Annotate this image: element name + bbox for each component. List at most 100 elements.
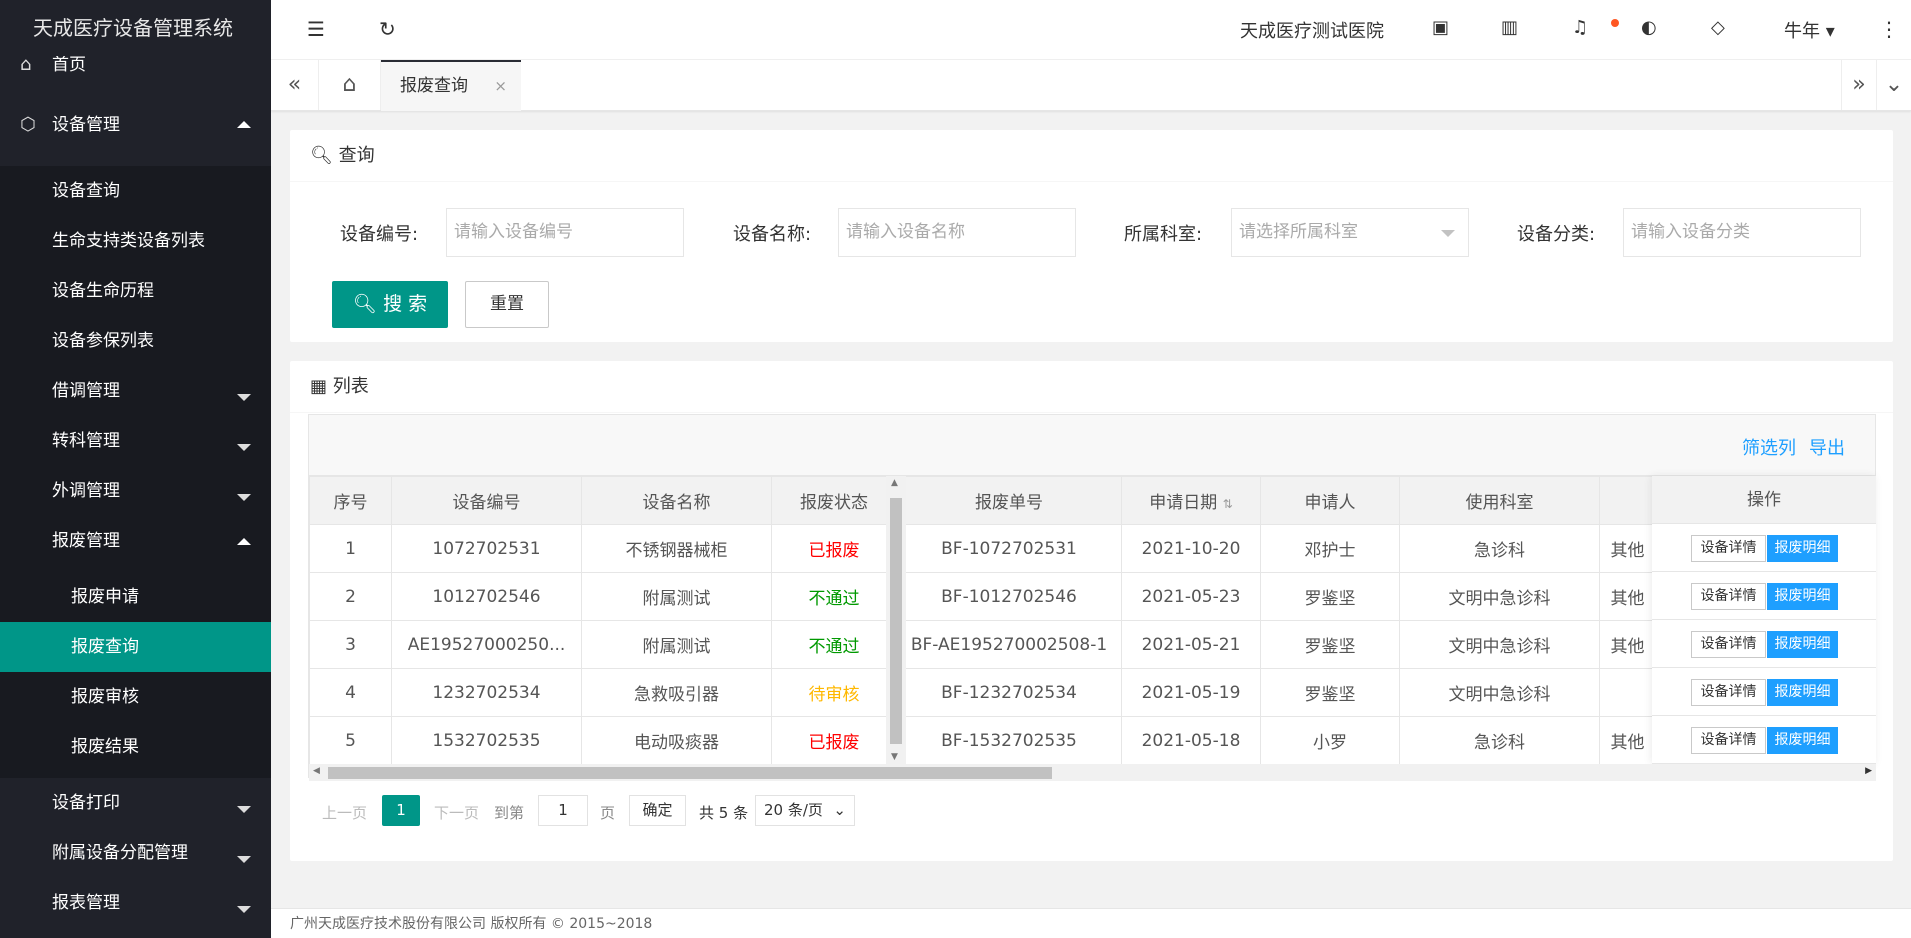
page-number-input[interactable]: 1 xyxy=(538,795,588,826)
theme-icon[interactable]: ◐ xyxy=(1641,17,1657,38)
query-card: 🔍︎ 查询 设备编号: 请输入设备编号 设备名称: 请输入设备名称 所属科室: … xyxy=(290,130,1893,342)
device-detail-button[interactable]: 设备详情 xyxy=(1691,583,1766,610)
sidebar-item-device-query[interactable]: 设备查询 xyxy=(0,166,271,216)
table-row[interactable]: 5 1532702535 电动吸痰器 已报废 BF-1532702535 202… xyxy=(309,716,1656,765)
scrap-detail-button[interactable]: 报废明细 xyxy=(1767,679,1838,706)
table-row[interactable]: 4 1232702534 急救吸引器 待审核 BF-1232702534 202… xyxy=(309,668,1656,717)
scrap-detail-button[interactable]: 报废明细 xyxy=(1767,631,1838,658)
chevron-down-icon[interactable]: ⌄ xyxy=(1876,60,1911,110)
field-label: 所属科室: xyxy=(1124,224,1203,245)
sidebar-item-external[interactable]: 外调管理 xyxy=(0,466,271,516)
tab-scroll-right-icon[interactable]: » xyxy=(1841,60,1876,110)
chevron-down-icon xyxy=(237,444,251,451)
next-page-button[interactable]: 下一页 xyxy=(434,802,479,823)
table-toolbar: 筛选列 导出 xyxy=(309,415,1875,476)
device-code-input[interactable]: 请输入设备编号 xyxy=(446,208,684,257)
vertical-scrollbar[interactable]: ▲ ▼ xyxy=(886,476,906,764)
device-detail-button[interactable]: 设备详情 xyxy=(1691,727,1766,754)
ops-row: 设备详情 报废明细 xyxy=(1652,572,1876,620)
search-button[interactable]: 🔍︎ 搜 索 xyxy=(332,281,448,328)
tab-scroll-left-icon[interactable]: « xyxy=(271,60,319,110)
hospital-name[interactable]: 天成医疗测试医院 xyxy=(1240,17,1384,43)
chevron-up-icon xyxy=(237,121,251,128)
field-label: 设备编号: xyxy=(340,224,419,245)
book-icon[interactable]: ▥ xyxy=(1501,17,1518,38)
more-icon[interactable]: ⋮ xyxy=(1879,17,1899,41)
sidebar-item-label: 设备管理 xyxy=(52,115,120,135)
table-row[interactable]: 3 AE19527000250... 附属测试 不通过 BF-AE1952700… xyxy=(309,620,1656,669)
table-row[interactable]: 2 1012702546 附属测试 不通过 BF-1012702546 2021… xyxy=(309,572,1656,621)
scroll-right-icon[interactable]: ▶ xyxy=(1865,766,1872,776)
col-header-date[interactable]: 申请日期 ⇅ xyxy=(1121,476,1261,525)
col-header[interactable]: 设备名称 xyxy=(581,476,772,525)
chevron-down-icon xyxy=(1441,230,1455,237)
filter-columns-link[interactable]: 筛选列 xyxy=(1742,434,1796,460)
sidebar-item-report[interactable]: 报表管理 xyxy=(0,878,271,928)
sidebar-item-scrap-review[interactable]: 报废审核 xyxy=(0,672,271,722)
chevron-down-icon xyxy=(237,806,251,813)
sidebar-item-print[interactable]: 设备打印 xyxy=(0,778,271,828)
sort-icon[interactable]: ⇅ xyxy=(1223,497,1233,511)
sidebar-item-life-support[interactable]: 生命支持类设备列表 xyxy=(0,216,271,266)
sidebar-item-scrap-query[interactable]: 报废查询 xyxy=(0,622,271,672)
bell-icon[interactable]: ♫ xyxy=(1572,17,1588,38)
menu-fold-icon[interactable]: ☰ xyxy=(307,17,325,41)
col-header[interactable]: 序号 xyxy=(309,476,392,525)
query-title: 🔍︎ 查询 xyxy=(290,130,1893,182)
table-row[interactable]: 1 1072702531 不锈钢器械柜 已报废 BF-1072702531 20… xyxy=(309,524,1656,573)
tag-icon[interactable]: ◇ xyxy=(1711,17,1725,38)
device-name-input[interactable]: 请输入设备名称 xyxy=(838,208,1076,257)
cell-no: 5 xyxy=(309,716,392,765)
sidebar-item-transfer[interactable]: 转科管理 xyxy=(0,416,271,466)
scrollbar-thumb[interactable] xyxy=(890,498,902,744)
sidebar-item-device-history[interactable]: 设备生命历程 xyxy=(0,266,271,316)
scrap-detail-button[interactable]: 报废明细 xyxy=(1767,535,1838,562)
cell-date: 2021-05-21 xyxy=(1121,620,1261,669)
screen-icon[interactable]: ▣ xyxy=(1432,17,1449,38)
sidebar-item-scrap-apply[interactable]: 报废申请 xyxy=(0,572,271,622)
device-detail-button[interactable]: 设备详情 xyxy=(1691,535,1766,562)
col-header[interactable]: 报废单号 xyxy=(896,476,1122,525)
export-link[interactable]: 导出 xyxy=(1809,434,1845,460)
col-header[interactable]: 使用科室 xyxy=(1399,476,1600,525)
sidebar-item-device-mgmt[interactable]: ⬡ 设备管理 xyxy=(0,84,271,166)
cell-order: BF-1072702531 xyxy=(896,524,1122,573)
confirm-page-button[interactable]: 确定 xyxy=(629,795,686,826)
cell-date: 2021-05-18 xyxy=(1121,716,1261,765)
col-header[interactable] xyxy=(1599,476,1656,525)
sidebar-item-label: 外调管理 xyxy=(52,481,120,501)
cell-applicant: 罗鉴坚 xyxy=(1260,668,1400,717)
close-icon[interactable]: × xyxy=(494,62,507,110)
sidebar-item-scrap-result[interactable]: 报废结果 xyxy=(0,722,271,772)
cell-dept: 急诊科 xyxy=(1399,716,1600,765)
col-header[interactable]: 设备编号 xyxy=(391,476,582,525)
cell-status: 已报废 xyxy=(771,524,897,573)
cell-code: 1012702546 xyxy=(391,572,582,621)
scrap-detail-button[interactable]: 报废明细 xyxy=(1767,727,1838,754)
device-category-input[interactable]: 请输入设备分类 xyxy=(1623,208,1861,257)
scroll-up-icon[interactable]: ▲ xyxy=(891,478,898,488)
sidebar-item-scrap-mgmt[interactable]: 报废管理 xyxy=(0,516,271,566)
scroll-down-icon[interactable]: ▼ xyxy=(891,752,898,762)
device-detail-button[interactable]: 设备详情 xyxy=(1691,679,1766,706)
sidebar-item-insurance[interactable]: 设备参保列表 xyxy=(0,316,271,366)
reset-button[interactable]: 重置 xyxy=(465,281,549,328)
prev-page-button[interactable]: 上一页 xyxy=(322,802,367,823)
device-detail-button[interactable]: 设备详情 xyxy=(1691,631,1766,658)
refresh-icon[interactable]: ↻ xyxy=(379,17,396,41)
department-select[interactable]: 请选择所属科室 xyxy=(1231,208,1469,257)
scrap-detail-button[interactable]: 报废明细 xyxy=(1767,583,1838,610)
scroll-left-icon[interactable]: ◀ xyxy=(313,766,320,776)
tab-scrap-query[interactable]: 报废查询 × xyxy=(381,60,521,111)
user-menu[interactable]: 牛年 ▾ xyxy=(1784,17,1835,43)
sidebar-item-accessory[interactable]: 附属设备分配管理 xyxy=(0,828,271,878)
cell-applicant: 小罗 xyxy=(1260,716,1400,765)
col-header[interactable]: 申请人 xyxy=(1260,476,1400,525)
current-page[interactable]: 1 xyxy=(382,795,420,826)
col-header[interactable]: 报废状态 xyxy=(771,476,897,525)
home-tab-icon[interactable]: ⌂ xyxy=(319,60,381,110)
page-size-select[interactable]: 20 条/页 ⌄ xyxy=(755,795,855,826)
cell-order: BF-AE195270002508-1 xyxy=(896,620,1122,669)
chevron-down-icon xyxy=(237,906,251,913)
sidebar-item-borrow[interactable]: 借调管理 xyxy=(0,366,271,416)
